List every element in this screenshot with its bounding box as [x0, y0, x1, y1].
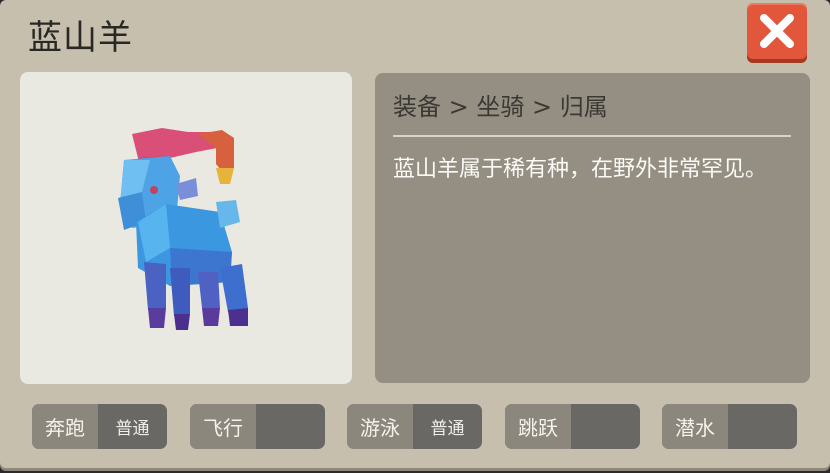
mount-description-panel: 装备 > 坐骑 > 归属 蓝山羊属于稀有种，在野外非常罕见。 — [375, 73, 810, 383]
stat-run: 奔跑 普通 — [32, 404, 167, 449]
stat-label: 游泳 — [347, 404, 413, 449]
dialog-title: 蓝山羊 — [28, 18, 133, 58]
close-icon — [760, 14, 794, 48]
mount-preview — [20, 72, 352, 384]
stat-fly: 飞行 — [190, 404, 325, 449]
stat-value: 普通 — [115, 419, 150, 439]
stat-swim: 游泳 普通 — [347, 404, 482, 449]
stat-label: 飞行 — [190, 404, 256, 449]
mount-info-dialog: 蓝山羊 装备 > 坐骑 > 归属 蓝山羊属于稀有种，在野外非常罕见。 奔跑 普通… — [0, 0, 830, 468]
stat-label: 奔跑 — [32, 404, 98, 449]
goat-model-image — [118, 128, 248, 330]
stat-label: 潜水 — [662, 404, 728, 449]
stat-value — [571, 404, 640, 449]
stat-label: 跳跃 — [505, 404, 571, 449]
stat-value — [728, 404, 797, 449]
stat-jump: 跳跃 — [505, 404, 640, 449]
stat-dive: 潜水 — [662, 404, 797, 449]
stat-value: 普通 — [430, 419, 465, 439]
close-button[interactable] — [747, 3, 807, 59]
divider — [393, 135, 791, 137]
mount-description: 蓝山羊属于稀有种，在野外非常罕见。 — [393, 157, 768, 182]
breadcrumb: 装备 > 坐骑 > 归属 — [393, 93, 608, 121]
stat-value — [256, 404, 325, 449]
